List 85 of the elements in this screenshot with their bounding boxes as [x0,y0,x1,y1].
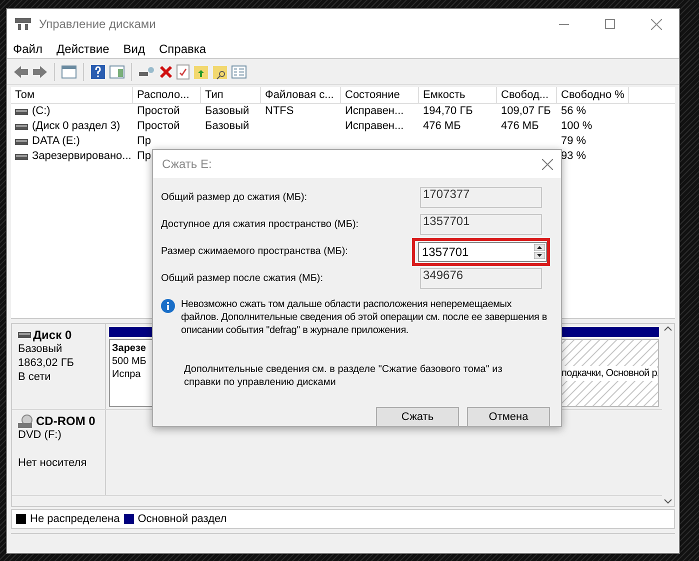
close-icon [650,18,662,30]
field-label: Общий размер до сжатия (МБ): [161,191,308,205]
info-message: Невозможно сжать том дальше области расположения неперемещаемых файлов. Дополнительные сведения об этой операции см. после ее завершения в описании события "defrag" в журнале приложения. [181,298,548,337]
readonly-field: 349676 [420,268,542,289]
disk-name: CD-ROM 0 [36,414,96,428]
delete-icon[interactable] [159,64,173,78]
partition-text: подкачки, Основной р [562,366,657,380]
table-cell: 56 % [561,104,586,119]
table-cell: 476 МБ [501,119,539,134]
scroll-up-icon[interactable] [664,326,672,331]
panel-icon[interactable] [61,64,77,78]
scroll-down-icon[interactable] [664,499,672,504]
back-icon[interactable] [13,64,29,78]
connect-icon[interactable] [138,64,156,78]
partition-text: Испра [112,368,141,381]
checklist-icon[interactable] [176,64,190,80]
drive-icon [15,154,28,160]
cancel-button[interactable]: Отмена [467,407,550,427]
table-cell: DATA (E:) [32,134,80,149]
folder-search-icon[interactable] [212,64,228,80]
table-cell: (Диск 0 раздел 3) [32,119,120,134]
column-header[interactable]: Том [11,87,133,103]
dialog-title: Сжать E: [162,156,212,173]
legend-label: Не распределена [30,512,120,527]
cd-drive-icon [18,414,34,428]
partition-text: Зарезе [112,342,146,355]
table-cell: Простой [137,104,180,119]
table-cell: 100 % [561,119,592,134]
folder-up-icon[interactable] [193,64,209,80]
disk-status: Нет носителя [18,457,87,469]
table-cell: (C:) [32,104,50,119]
table-cell: 79 % [561,134,586,149]
help-icon[interactable] [90,64,106,80]
drive-icon [15,138,28,144]
readonly-field: 1357701 [420,214,542,235]
drive-icon [15,108,28,114]
info-icon [161,299,175,313]
forward-icon[interactable] [32,64,48,78]
scrollbar[interactable] [662,324,674,506]
disk-info: DVD (F:) [18,428,62,442]
table-cell: 93 % [561,149,586,164]
app-icon [15,18,31,30]
properties-icon[interactable] [231,64,247,78]
close-icon[interactable] [542,158,553,170]
disk-name: Диск 0 [33,328,72,342]
table-cell: Пр [137,134,152,149]
field-label: Общий размер после сжатия (МБ): [161,272,324,286]
window-title: Управление дисками [39,16,156,33]
disk-status: В сети [18,371,51,383]
column-header[interactable]: Тип [201,87,261,103]
table-cell: NTFS [265,104,294,119]
drive-icon [18,332,31,338]
table-cell: 476 МБ [423,119,461,134]
menu-item[interactable]: Вид [123,40,145,58]
table-cell: Пр [137,149,152,164]
column-header[interactable]: Располо... [133,87,201,103]
disk-info: 1863,02 ГБ [18,356,74,370]
menu-item[interactable]: Файл [13,40,43,58]
shrink-button[interactable]: Сжать [376,407,459,427]
panel-icon[interactable] [109,64,125,78]
table-cell: Зарезервировано... [32,149,132,164]
table-cell: Базовый [205,104,250,119]
column-header[interactable]: Файловая с... [261,87,341,103]
column-header[interactable]: Емкость [419,87,497,103]
column-header[interactable]: Свободно % [557,87,629,103]
column-header[interactable]: Состояние [341,87,419,103]
spin-down-icon[interactable] [534,252,545,259]
table-cell: Простой [137,119,180,134]
table-cell: Базовый [205,119,250,134]
menu-item[interactable]: Действие [56,40,110,58]
table-cell: 109,07 ГБ [501,104,551,119]
field-label: Размер сжимаемого пространства (МБ): [161,245,348,259]
size-spin-field[interactable]: 1357701 [412,238,550,266]
menu-item[interactable]: Справка [159,40,206,58]
legend-label: Основной раздел [138,512,227,527]
drive-icon [15,124,28,130]
table-cell: 194,70 ГБ [423,104,473,119]
column-header[interactable]: Свобод... [497,87,557,103]
table-cell: Исправен... [345,119,404,134]
readonly-field: 1707377 [420,187,542,208]
field-value: 1357701 [422,244,469,260]
disk-info: Базовый [18,342,62,356]
spin-up-icon[interactable] [534,244,545,251]
table-cell: Исправен... [345,104,404,119]
field-label: Доступное для сжатия пространство (МБ): [161,218,359,232]
